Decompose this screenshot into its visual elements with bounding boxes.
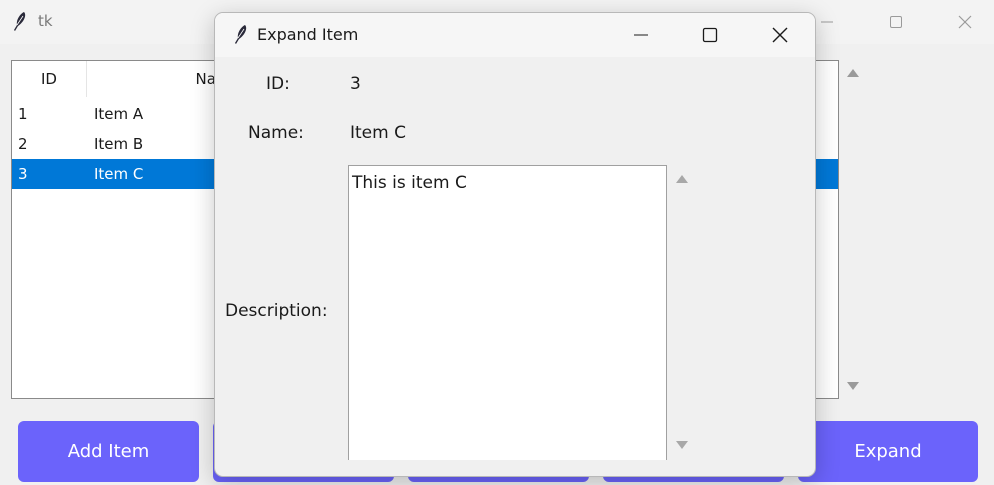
feather-icon <box>14 12 26 31</box>
row-name-cell: Item B <box>94 135 144 153</box>
description-scrollbar[interactable] <box>670 165 694 460</box>
row-name-cell: Item C <box>94 165 144 183</box>
main-close-button[interactable] <box>942 0 988 44</box>
description-label: Description: <box>225 301 328 321</box>
row-id-cell: 1 <box>18 105 28 123</box>
dialog-maximize-button[interactable] <box>687 13 733 57</box>
main-maximize-button[interactable] <box>873 0 919 44</box>
id-label: ID: <box>266 74 290 94</box>
dialog-title: Expand Item <box>257 25 359 44</box>
id-value: 3 <box>350 74 361 94</box>
maximize-icon <box>702 27 718 43</box>
minimize-icon <box>634 34 648 36</box>
row-name-cell: Item A <box>94 105 144 123</box>
dialog-minimize-button[interactable] <box>618 13 664 57</box>
scroll-down-arrow-icon[interactable] <box>676 441 688 449</box>
close-icon <box>772 27 788 43</box>
expand-item-dialog: Expand Item ID: 3 Name: Item C Descripti… <box>214 12 816 477</box>
column-header-id[interactable]: ID <box>12 61 87 97</box>
feather-icon <box>235 25 247 44</box>
dialog-close-button[interactable] <box>757 13 803 57</box>
expand-button[interactable]: Expand <box>798 421 978 482</box>
name-value: Item C <box>350 123 406 143</box>
main-window-title: tk <box>38 12 53 30</box>
dialog-title-bar[interactable]: Expand Item <box>215 13 815 57</box>
row-id-cell: 3 <box>18 165 28 183</box>
scroll-up-arrow-icon[interactable] <box>676 175 688 183</box>
treeview-scrollbar[interactable] <box>840 60 866 399</box>
add-item-button[interactable]: Add Item <box>18 421 199 482</box>
description-textarea[interactable]: This is item C <box>348 165 667 460</box>
minimize-icon <box>821 21 833 23</box>
close-icon <box>958 15 972 29</box>
maximize-icon <box>890 16 902 28</box>
name-label: Name: <box>248 123 304 143</box>
row-id-cell: 2 <box>18 135 28 153</box>
scroll-down-arrow-icon[interactable] <box>847 382 859 390</box>
scroll-up-arrow-icon[interactable] <box>847 69 859 77</box>
